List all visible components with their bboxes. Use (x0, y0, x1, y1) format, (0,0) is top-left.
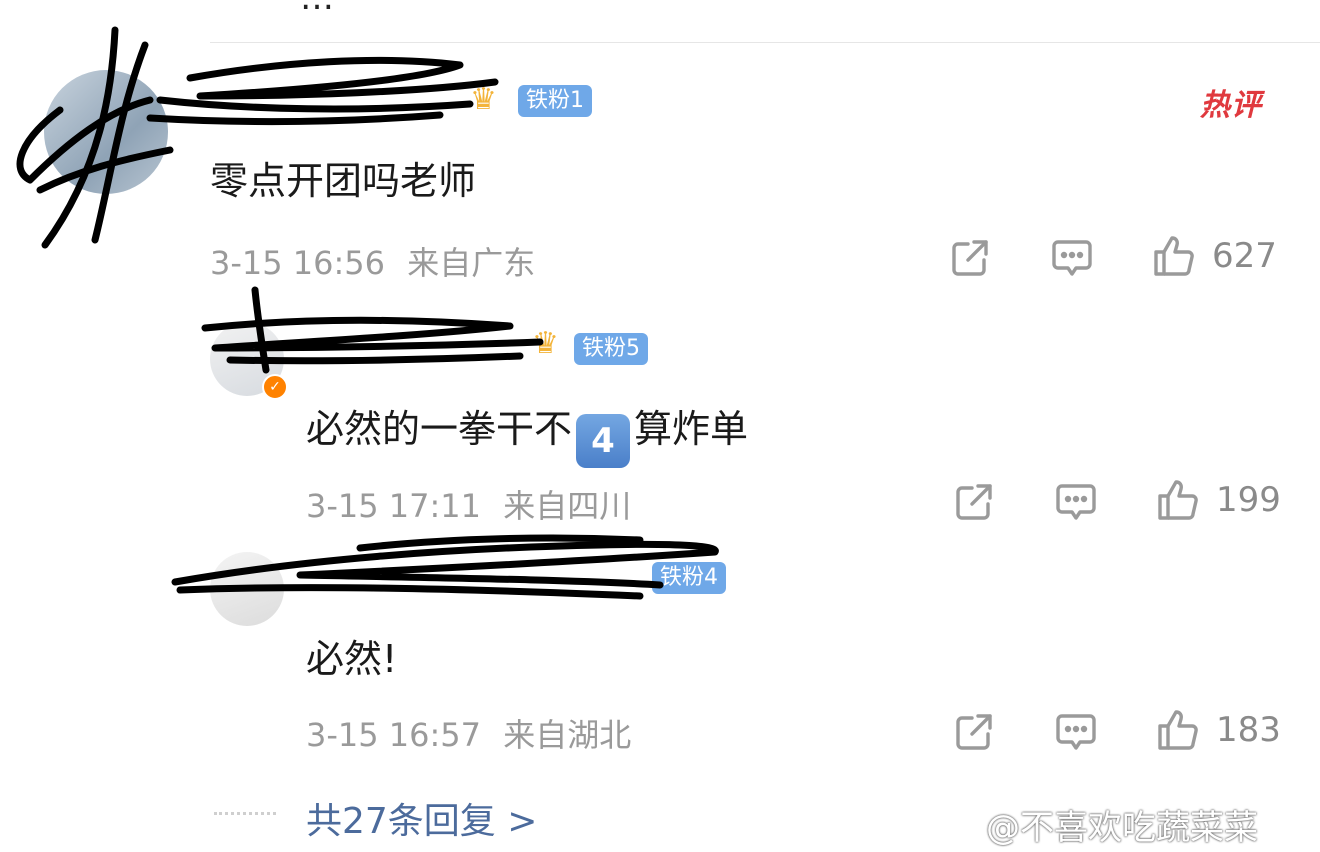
comment-text: 零点开团吗老师 (210, 159, 477, 203)
like-count: 627 (1212, 236, 1277, 276)
comment-text: 必然! (306, 637, 398, 681)
keycap-four-emoji: 4 (576, 414, 631, 468)
like-count: 183 (1216, 710, 1281, 750)
avatar[interactable] (44, 70, 168, 194)
crown-icon: ♛ (532, 326, 559, 361)
comment-icon[interactable] (1050, 236, 1094, 280)
comment-meta: 3-15 17:11 来自四川 (306, 481, 631, 527)
comment-meta: 3-15 16:56 来自广东 (210, 238, 535, 284)
crown-icon: ♛ (470, 82, 497, 117)
previous-comment-fragment: … (300, 0, 334, 18)
comment-text: 必然的一拳干不 4 算炸单 (306, 398, 748, 468)
comment-time: 3-15 16:56 (210, 244, 386, 282)
more-replies-link[interactable]: 共27条回复 > (306, 792, 537, 844)
share-icon[interactable] (952, 480, 996, 524)
fan-badge[interactable]: 铁粉1 (518, 85, 592, 117)
like-count: 199 (1216, 480, 1281, 520)
comment-icon[interactable] (1054, 710, 1098, 754)
like-icon[interactable] (1156, 478, 1200, 522)
fan-badge[interactable]: 铁粉5 (574, 333, 648, 365)
dotted-separator (214, 812, 276, 815)
divider (210, 42, 1320, 43)
share-icon[interactable] (952, 710, 996, 754)
like-icon[interactable] (1152, 234, 1196, 278)
comment-time: 3-15 16:57 (306, 716, 482, 754)
comment-text-part: 必然的一拳干不 (306, 407, 573, 451)
fan-badge[interactable]: 铁粉4 (652, 562, 726, 594)
watermark: @不喜欢吃蔬菜菜 (986, 808, 1258, 848)
comment-location: 来自湖北 (503, 716, 632, 754)
avatar[interactable] (210, 552, 284, 626)
comment-location: 来自广东 (407, 244, 536, 282)
comment-text-part: 算炸单 (634, 407, 749, 451)
hot-comment-label: 热评 (1200, 88, 1262, 123)
comment-icon[interactable] (1054, 480, 1098, 524)
verified-icon: ✓ (262, 374, 288, 400)
like-icon[interactable] (1156, 708, 1200, 752)
comment-location: 来自四川 (503, 487, 632, 525)
comment-time: 3-15 17:11 (306, 487, 482, 525)
comment-meta: 3-15 16:57 来自湖北 (306, 710, 631, 756)
share-icon[interactable] (948, 236, 992, 280)
